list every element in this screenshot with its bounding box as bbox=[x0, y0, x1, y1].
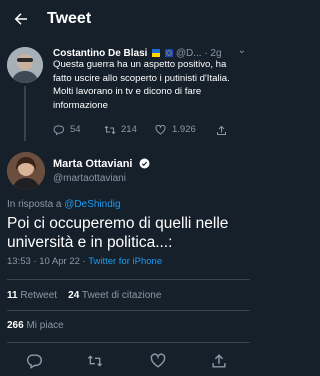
retweet-icon[interactable] bbox=[87, 353, 103, 369]
quotes-stat[interactable]: 24 Tweet di citazione bbox=[68, 290, 161, 301]
retweet-count: 214 bbox=[121, 124, 137, 135]
avatar-photo bbox=[7, 152, 45, 190]
reply-count: 54 bbox=[70, 124, 81, 135]
avatar-photo bbox=[7, 47, 43, 83]
in-reply-to: In risposta a @DeShindig bbox=[7, 199, 121, 211]
like-icon bbox=[155, 125, 166, 135]
flag-eu-icon bbox=[165, 49, 174, 57]
likes-stat[interactable]: 266 Mi piace bbox=[7, 320, 64, 332]
parent-tweet-text: Questa guerra ha un aspetto positivo, ha… bbox=[53, 59, 230, 111]
flag-ukraine-icon bbox=[152, 49, 161, 57]
tweet-date: 10 Apr 22 bbox=[39, 256, 80, 267]
in-reply-label: In risposta a bbox=[7, 199, 62, 210]
retweet-icon bbox=[104, 125, 116, 135]
author-name: Marta Ottaviani bbox=[53, 158, 150, 171]
retweets-stat[interactable]: 11 Retweet bbox=[7, 290, 57, 301]
page-title: Tweet bbox=[47, 10, 92, 27]
author-handle: @martaottaviani bbox=[53, 173, 126, 184]
separator: · bbox=[33, 256, 37, 267]
main-tweet-header: Marta Ottaviani @martaottaviani bbox=[0, 147, 250, 190]
separator: · bbox=[82, 256, 86, 267]
like-icon[interactable] bbox=[150, 353, 166, 369]
parent-tweet-actions: 54 214 1.926 bbox=[53, 123, 248, 137]
tweet-meta: 13:53 · 10 Apr 22 · Twitter for iPhone bbox=[7, 256, 162, 268]
share-icon[interactable] bbox=[211, 353, 227, 369]
top-bar: Tweet bbox=[0, 0, 250, 40]
parent-tweet[interactable]: Costantino De Blasi @D... · 2g ⌄ Questa … bbox=[0, 40, 250, 143]
in-reply-handle-link[interactable]: @DeShindig bbox=[64, 199, 120, 210]
divider bbox=[7, 342, 250, 343]
engagement-stats: 11 Retweet 24 Tweet di citazione bbox=[7, 290, 161, 302]
back-arrow-icon[interactable] bbox=[12, 10, 30, 28]
like-count: 1.926 bbox=[172, 124, 196, 135]
reply-icon bbox=[53, 125, 64, 135]
verified-icon bbox=[139, 158, 150, 169]
author-name-text[interactable]: Marta Ottaviani bbox=[53, 158, 132, 170]
main-tweet-text: Poi ci occuperemo di quelli nelle univer… bbox=[7, 215, 229, 251]
main-tweet-actions bbox=[0, 346, 250, 376]
tweet-time: 13:53 bbox=[7, 256, 31, 267]
more-icon[interactable]: ⌄ bbox=[238, 46, 246, 56]
avatar[interactable] bbox=[7, 47, 43, 83]
divider bbox=[7, 279, 250, 280]
share-icon bbox=[217, 125, 226, 135]
client-link[interactable]: Twitter for iPhone bbox=[88, 256, 162, 267]
thread-line bbox=[24, 86, 26, 141]
divider bbox=[7, 310, 250, 311]
avatar[interactable] bbox=[7, 152, 45, 190]
reply-icon[interactable] bbox=[26, 353, 42, 369]
